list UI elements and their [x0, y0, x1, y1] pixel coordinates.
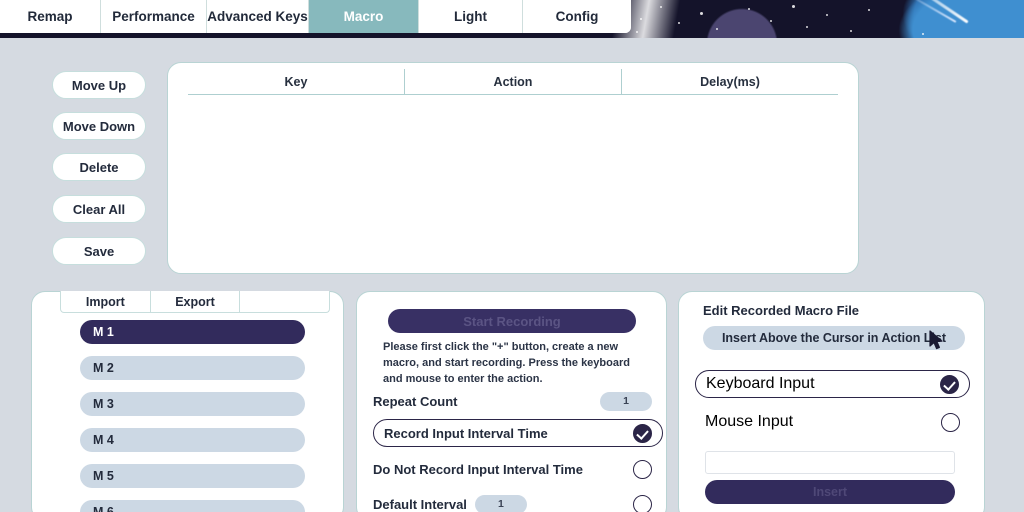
macro-list-panel: Import Export M 1 M 2 M 3 M 4 M 5 M 6 — [31, 291, 344, 512]
comet-icon — [887, 0, 969, 24]
tab-advanced-keys[interactable]: Advanced Keys — [207, 0, 309, 33]
column-header-delay: Delay(ms) — [700, 74, 760, 89]
no-record-interval-row[interactable]: Do Not Record Input Interval Time — [373, 455, 652, 483]
empty-tab-slot — [240, 291, 329, 312]
macro-text-input[interactable] — [705, 451, 955, 474]
insert-button[interactable]: Insert — [705, 480, 955, 504]
record-interval-label: Record Input Interval Time — [384, 425, 548, 441]
edit-panel-title: Edit Recorded Macro File — [703, 303, 860, 318]
insert-position-chip[interactable]: Insert Above the Cursor in Action List — [703, 326, 965, 350]
column-header-action: Action — [405, 69, 622, 94]
repeat-count-row: Repeat Count 1 — [373, 387, 652, 415]
repeat-count-label: Repeat Count — [373, 393, 458, 409]
repeat-count-value[interactable]: 1 — [600, 391, 652, 411]
macro-slot-m2[interactable]: M 2 — [80, 356, 305, 380]
column-header-key: Key — [188, 69, 405, 94]
tab-macro[interactable]: Macro — [309, 0, 419, 33]
tab-performance[interactable]: Performance — [101, 0, 207, 33]
main-tab-bar: Remap Performance Advanced Keys Macro Li… — [0, 0, 631, 33]
export-tab[interactable]: Export — [151, 291, 241, 312]
default-interval-value[interactable]: 1 — [474, 494, 527, 512]
keyboard-input-row[interactable]: Keyboard Input — [695, 370, 970, 398]
action-list-table: Key Action Delay(ms) — [167, 62, 859, 274]
clear-all-button[interactable]: Clear All — [52, 195, 146, 223]
macro-slot-m1[interactable]: M 1 — [80, 320, 305, 344]
start-recording-button[interactable]: Start Recording — [388, 309, 636, 333]
no-record-interval-radio-icon[interactable] — [633, 459, 652, 479]
move-up-button[interactable]: Move Up — [52, 71, 146, 99]
macro-slot-m3[interactable]: M 3 — [80, 392, 305, 416]
mouse-input-radio-icon[interactable] — [941, 412, 960, 432]
mouse-input-label: Mouse Input — [705, 413, 794, 430]
tab-remap[interactable]: Remap — [0, 0, 101, 33]
keyboard-input-radio-checked-icon[interactable] — [940, 374, 959, 394]
tab-config[interactable]: Config — [523, 0, 631, 33]
macro-slot-m4[interactable]: M 4 — [80, 428, 305, 452]
default-interval-label: Default Interval — [373, 496, 467, 512]
keyboard-input-label: Keyboard Input — [706, 375, 815, 392]
edit-macro-panel: Edit Recorded Macro File Insert Above th… — [678, 291, 985, 512]
table-header-row: Key Action Delay(ms) — [188, 69, 838, 95]
default-interval-radio-icon[interactable] — [633, 494, 652, 512]
delete-button[interactable]: Delete — [52, 153, 146, 181]
no-record-interval-label: Do Not Record Input Interval Time — [373, 461, 583, 477]
move-down-button[interactable]: Move Down — [52, 112, 146, 140]
mouse-input-row[interactable]: Mouse Input — [695, 410, 970, 434]
default-interval-row[interactable]: Default Interval 1 — [373, 490, 652, 512]
record-interval-row[interactable]: Record Input Interval Time — [373, 419, 663, 447]
import-tab[interactable]: Import — [61, 291, 151, 312]
record-settings-panel: Start Recording Please first click the "… — [356, 291, 667, 512]
macro-slot-list: M 1 M 2 M 3 M 4 M 5 M 6 — [80, 320, 305, 512]
macro-slot-m5[interactable]: M 5 — [80, 464, 305, 488]
table-body-empty[interactable] — [188, 97, 838, 265]
record-interval-radio-checked-icon[interactable] — [633, 423, 652, 443]
save-button[interactable]: Save — [52, 237, 146, 265]
recording-hint-text: Please first click the "+" button, creat… — [383, 341, 630, 385]
tab-light[interactable]: Light — [419, 0, 523, 33]
macro-slot-m6[interactable]: M 6 — [80, 500, 305, 512]
import-export-tabs: Import Export — [60, 291, 330, 313]
